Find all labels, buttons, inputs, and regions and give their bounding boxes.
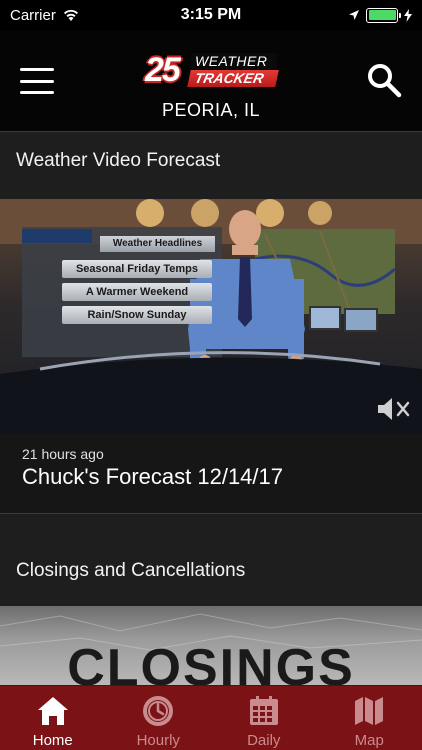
weather-tracker-logo[interactable]: WEATHER TRACKER 25 — [145, 52, 279, 88]
map-icon — [355, 697, 384, 725]
status-right — [272, 7, 412, 23]
headline-chip: Rain/Snow Sunday — [62, 306, 212, 324]
headline-chip: Seasonal Friday Temps — [62, 260, 212, 278]
closings-banner-text: CLOSINGS — [67, 639, 355, 686]
charging-bolt-icon — [404, 8, 412, 22]
tab-label: Home — [32, 732, 73, 749]
tab-daily[interactable]: Daily — [211, 686, 317, 750]
logo-tracker-text: TRACKER — [187, 70, 279, 87]
video-thumbnail[interactable]: Weather Headlines Seasonal Friday Temps … — [0, 199, 422, 434]
clock-icon — [143, 696, 174, 726]
location-arrow-icon — [349, 10, 359, 20]
tab-home[interactable]: Home — [0, 686, 106, 750]
status-bar: Carrier 3:15 PM — [0, 0, 422, 30]
location-label[interactable]: PEORIA, IL — [0, 100, 422, 121]
tab-label: Map — [354, 732, 384, 749]
battery-icon — [366, 7, 401, 23]
video-age: 21 hours ago — [22, 446, 104, 462]
headline-chip-header: Weather Headlines — [100, 236, 215, 252]
tab-bar: Home Hourly Daily Map — [0, 685, 422, 750]
menu-button[interactable] — [20, 68, 54, 94]
closings-banner[interactable]: CLOSINGS — [0, 606, 422, 686]
headline-chip: A Warmer Weekend — [62, 283, 212, 301]
calendar-icon — [249, 696, 278, 725]
status-time: 3:15 PM — [180, 6, 242, 23]
menu-icon-line — [20, 68, 54, 71]
tab-hourly[interactable]: Hourly — [106, 686, 212, 750]
closings-section-title: Closings and Cancellations — [16, 560, 246, 581]
tab-map[interactable]: Map — [317, 686, 422, 750]
logo-channel-number: 25 — [145, 51, 181, 89]
tab-label: Daily — [247, 732, 281, 749]
menu-icon-line — [20, 91, 54, 94]
video-meta[interactable]: 21 hours ago Chuck's Forecast 12/14/17 — [0, 434, 422, 514]
status-left: Carrier — [10, 7, 150, 24]
wifi-icon — [63, 9, 78, 21]
home-icon — [37, 697, 68, 725]
tab-label: Hourly — [136, 732, 180, 749]
video-title[interactable]: Chuck's Forecast 12/14/17 — [22, 464, 283, 490]
search-icon[interactable] — [366, 62, 402, 98]
logo-weather-text: WEATHER — [191, 53, 277, 69]
video-section-title: Weather Video Forecast — [16, 150, 221, 171]
carrier-label: Carrier — [10, 6, 56, 24]
menu-icon-line — [20, 79, 54, 83]
app-header: WEATHER TRACKER 25 PEORIA, IL — [0, 30, 422, 132]
